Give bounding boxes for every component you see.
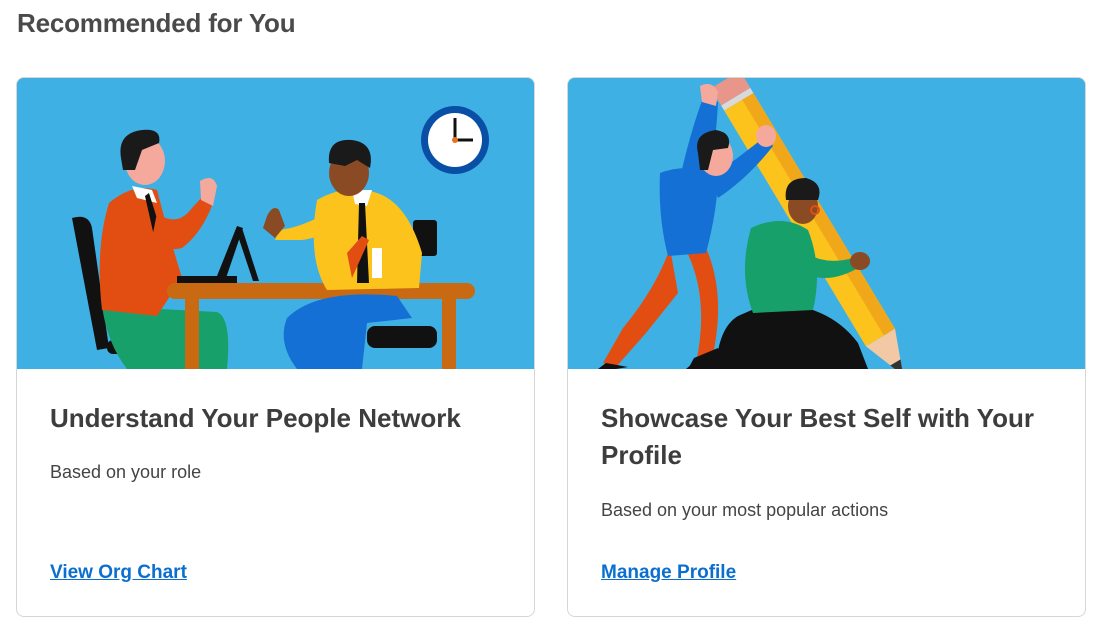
recommendation-card-org-chart: Understand Your People Network Based on … — [16, 77, 535, 617]
meeting-illustration — [17, 78, 534, 369]
card-subtitle: Based on your role — [50, 462, 202, 482]
card-subtitle: Based on your most popular actions — [601, 500, 889, 520]
card-title: Understand Your People Network — [50, 403, 461, 433]
pencil-illustration — [568, 78, 1085, 369]
card-title: Showcase Your Best Self with Your Profil… — [601, 403, 1034, 470]
view-org-chart-link[interactable]: View Org Chart — [50, 562, 187, 584]
manage-profile-link[interactable]: Manage Profile — [601, 562, 736, 584]
section-title: Recommended for You — [17, 8, 296, 38]
clock-icon — [421, 106, 489, 174]
recommendation-card-profile: Showcase Your Best Self with Your Profil… — [567, 77, 1086, 617]
